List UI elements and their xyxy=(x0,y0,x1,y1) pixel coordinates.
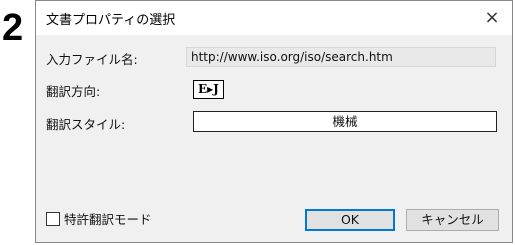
checkbox-box[interactable] xyxy=(46,211,60,226)
title-bar: 文書プロパティの選択 × xyxy=(36,1,512,35)
close-icon[interactable]: × xyxy=(478,5,506,29)
input-file-field: http://www.iso.org/iso/search.htm xyxy=(186,47,496,67)
dialog-title: 文書プロパティの選択 xyxy=(46,13,176,28)
ok-button[interactable]: OK xyxy=(305,209,395,231)
style-select-button[interactable]: 機械 xyxy=(193,111,497,132)
input-file-label: 入力ファイル名: xyxy=(46,52,138,67)
style-label: 翻訳スタイル: xyxy=(46,117,126,132)
step-number: 2 xyxy=(2,7,24,49)
direction-label: 翻訳方向: xyxy=(46,84,101,99)
direction-badge[interactable]: E▸J xyxy=(193,80,224,99)
patent-mode-checkbox[interactable]: 特許翻訳モード xyxy=(46,209,152,228)
patent-mode-label: 特許翻訳モード xyxy=(64,212,152,227)
cancel-button[interactable]: キャンセル xyxy=(406,209,499,231)
document-properties-dialog: 文書プロパティの選択 × 入力ファイル名: http://www.iso.org… xyxy=(35,0,513,243)
